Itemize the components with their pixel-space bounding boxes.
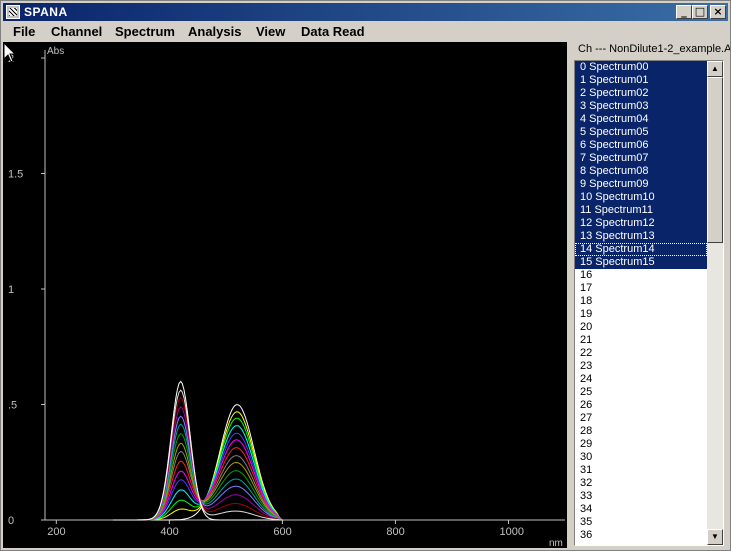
list-item[interactable]: 14 Spectrum14 [575, 243, 707, 256]
list-item[interactable]: 8 Spectrum08 [575, 165, 707, 178]
menu-file[interactable]: File [13, 24, 35, 39]
app-window: SPANA _ □ × File Channel Spectrum Analys… [0, 0, 731, 551]
spectrum-list: 0 Spectrum00 1 Spectrum01 2 Spectrum02 3 Sp… [575, 61, 707, 542]
list-item[interactable]: 11 Spectrum11 [575, 204, 707, 217]
spectrum-curve-spectrum08 [112, 442, 283, 521]
scroll-down-button[interactable]: ▼ [707, 529, 723, 545]
list-item[interactable]: 30 [575, 451, 707, 464]
y-tick-label: 1 [8, 284, 14, 296]
app-icon[interactable] [6, 5, 20, 19]
maximize-button[interactable]: □ [692, 5, 708, 19]
list-item[interactable]: 10 Spectrum10 [575, 191, 707, 204]
x-tick-label: 1000 [499, 526, 523, 538]
title-bar[interactable]: SPANA _ □ × [3, 3, 728, 21]
list-item[interactable]: 35 [575, 516, 707, 529]
close-button[interactable]: × [710, 5, 726, 19]
list-item[interactable]: 19 [575, 308, 707, 321]
menu-bar: File Channel Spectrum Analysis View Data… [3, 22, 728, 41]
scroll-up-button[interactable]: ▲ [707, 61, 723, 77]
mouse-pointer-icon [3, 42, 17, 63]
window-title: SPANA [24, 5, 68, 19]
y-tick-label: 1.5 [8, 169, 23, 181]
plot-axes: 0.511.522004006008001000 [8, 50, 565, 538]
list-item[interactable]: 34 [575, 503, 707, 516]
list-item[interactable]: 6 Spectrum06 [575, 139, 707, 152]
scroll-thumb[interactable] [707, 77, 723, 243]
list-item[interactable]: 4 Spectrum04 [575, 113, 707, 126]
menu-data-read[interactable]: Data Read [301, 24, 365, 39]
list-item[interactable]: 20 [575, 321, 707, 334]
spectrum-panel: Ch --- NonDilute1-2_example.ANS 0 Spectr… [569, 42, 730, 548]
list-item[interactable]: 28 [575, 425, 707, 438]
list-item[interactable]: 2 Spectrum02 [575, 87, 707, 100]
list-item[interactable]: 31 [575, 464, 707, 477]
y-axis-label: Abs [47, 46, 64, 57]
menu-view[interactable]: View [256, 24, 285, 39]
list-item[interactable]: 12 Spectrum12 [575, 217, 707, 230]
spectrum-plot[interactable]: 0.511.522004006008001000 Abs nm [3, 42, 567, 548]
list-item[interactable]: 22 [575, 347, 707, 360]
spectrum-curve-spectrum02 [112, 417, 283, 521]
list-item[interactable]: 15 Spectrum15 [575, 256, 707, 269]
list-item[interactable]: 13 Spectrum13 [575, 230, 707, 243]
x-axis-label: nm [549, 538, 563, 548]
channel-file-header: Ch --- NonDilute1-2_example.ANS [578, 43, 730, 55]
list-item[interactable]: 25 [575, 386, 707, 399]
list-item[interactable]: 23 [575, 360, 707, 373]
list-item[interactable]: 9 Spectrum09 [575, 178, 707, 191]
list-item[interactable]: 3 Spectrum03 [575, 100, 707, 113]
list-item[interactable]: 21 [575, 334, 707, 347]
spectrum-curve-spectrum00 [112, 404, 283, 521]
plot-curves [112, 380, 283, 521]
list-item[interactable]: 18 [575, 295, 707, 308]
x-tick-label: 200 [47, 526, 65, 538]
list-item[interactable]: 24 [575, 373, 707, 386]
menu-spectrum[interactable]: Spectrum [115, 24, 175, 39]
list-item[interactable]: 26 [575, 399, 707, 412]
list-item[interactable]: 29 [575, 438, 707, 451]
spectrum-listbox[interactable]: 0 Spectrum00 1 Spectrum01 2 Spectrum02 3 Sp… [574, 60, 724, 546]
menu-analysis[interactable]: Analysis [188, 24, 241, 39]
list-item[interactable]: 27 [575, 412, 707, 425]
list-scrollbar[interactable]: ▲ ▼ [707, 61, 723, 545]
list-item[interactable]: 17 [575, 282, 707, 295]
list-item[interactable]: 5 Spectrum05 [575, 126, 707, 139]
list-item[interactable]: 36 [575, 529, 707, 542]
list-item[interactable]: 16 [575, 269, 707, 282]
menu-channel[interactable]: Channel [51, 24, 102, 39]
y-tick-label: .5 [8, 400, 17, 412]
list-item[interactable]: 32 [575, 477, 707, 490]
y-tick-label: 0 [8, 515, 14, 527]
list-item[interactable]: 33 [575, 490, 707, 503]
x-tick-label: 400 [160, 526, 178, 538]
spectrum-curve-spectrum03 [112, 425, 283, 521]
list-item[interactable]: 0 Spectrum00 [575, 61, 707, 74]
x-tick-label: 600 [273, 526, 291, 538]
minimize-button[interactable]: _ [676, 5, 692, 19]
x-tick-label: 800 [386, 526, 404, 538]
list-item[interactable]: 1 Spectrum01 [575, 74, 707, 87]
spectrum-chart: 0.511.522004006008001000 Abs nm [8, 46, 565, 548]
list-item[interactable]: 7 Spectrum07 [575, 152, 707, 165]
